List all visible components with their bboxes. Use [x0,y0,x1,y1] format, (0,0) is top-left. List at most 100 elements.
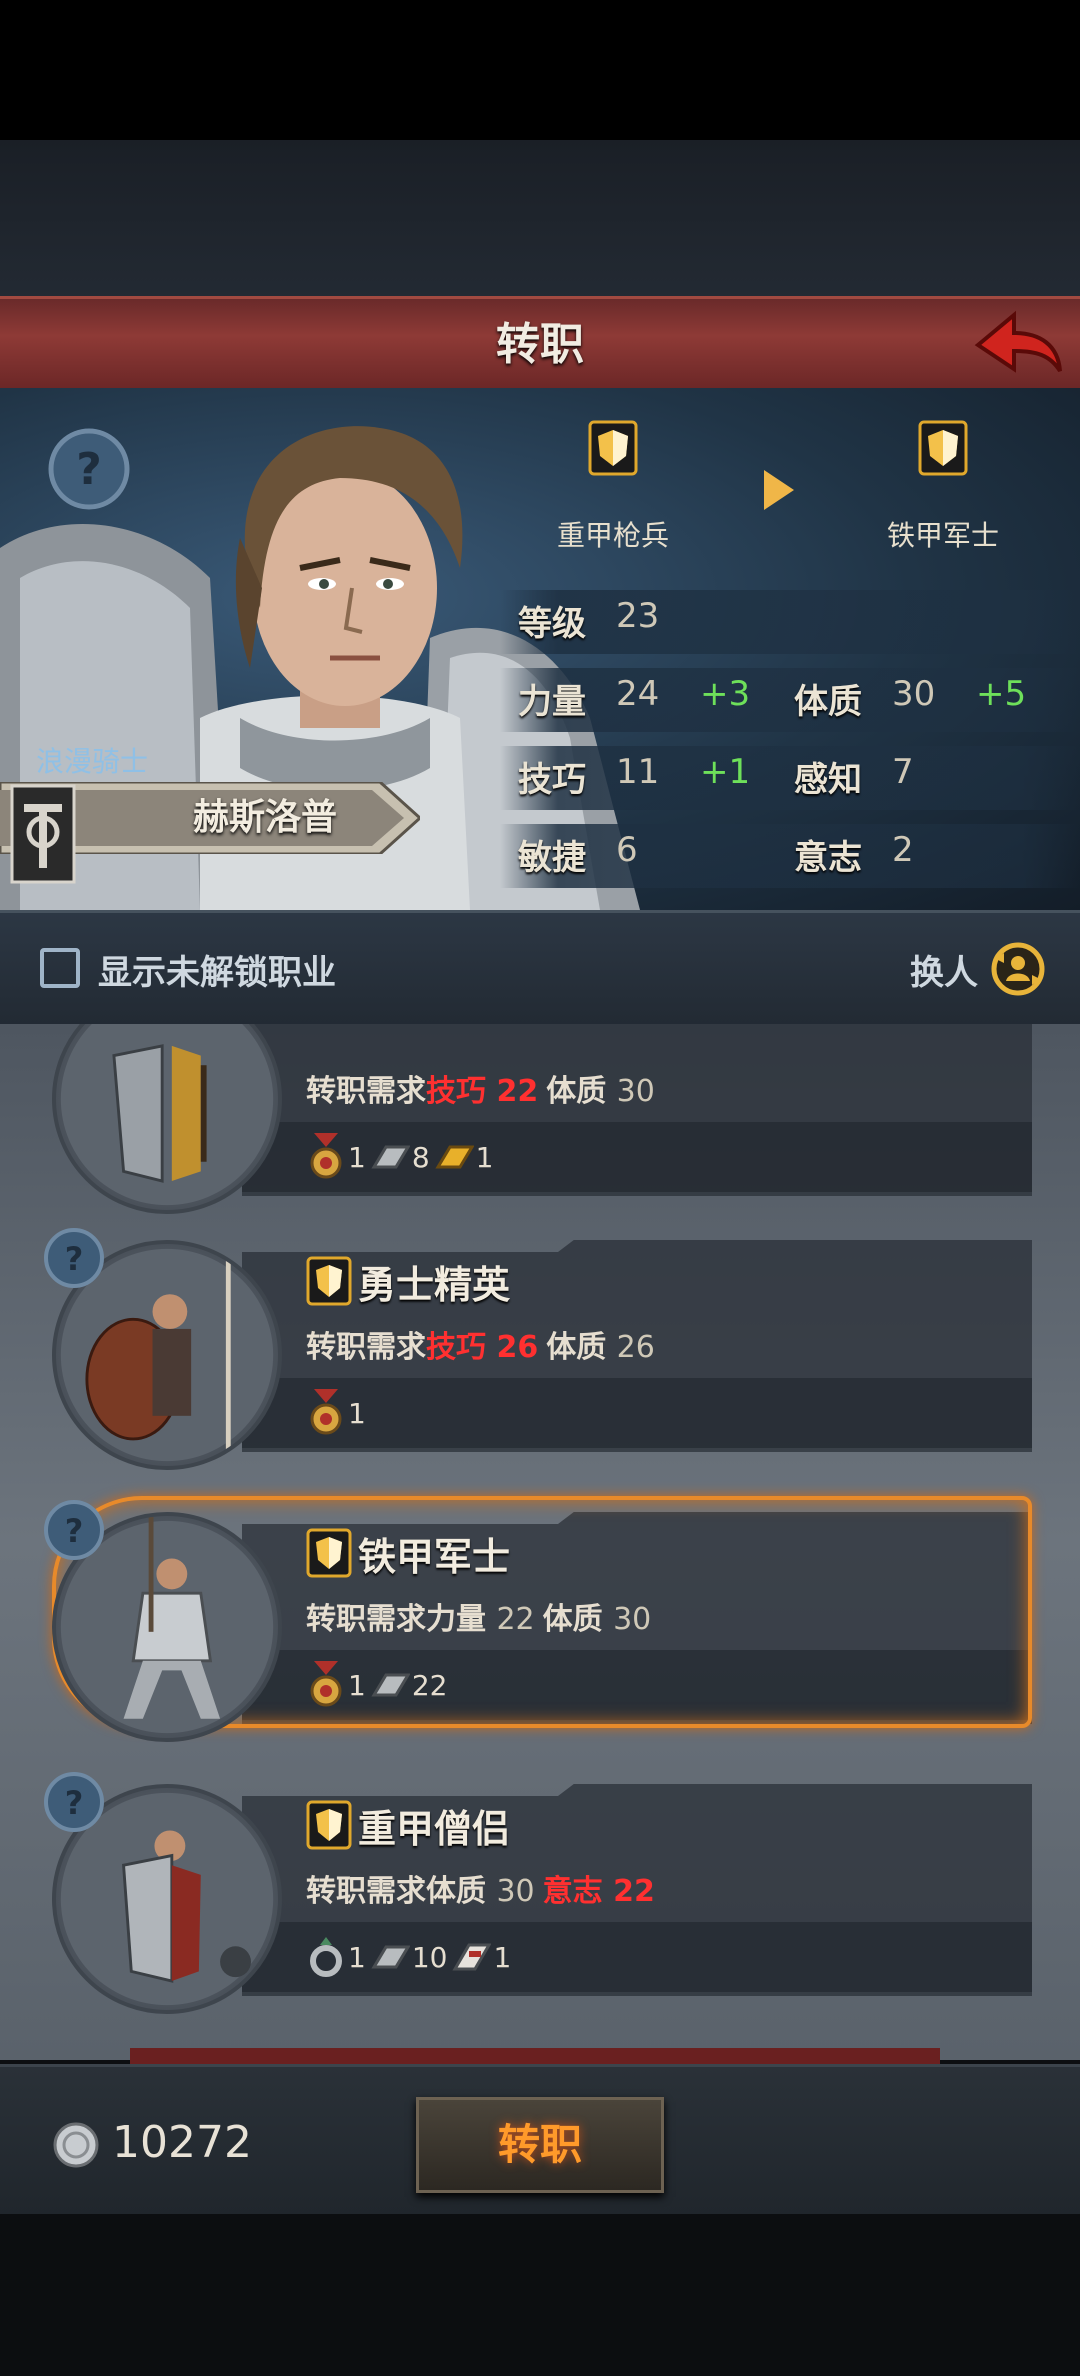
stat-strength-bonus: +3 [700,674,751,714]
item-count: 10 [411,1940,448,1974]
req-stat: 体质 [546,1074,607,1109]
current-class-name: 重甲枪兵 [556,519,669,552]
bottom-bar: 10272 转职 [0,2064,1080,2217]
stat-skill-label: 技巧 [518,760,586,800]
help-icon[interactable]: ? [42,1770,106,1834]
class-requirements: 转职需求技巧 26 体质 26 [306,1322,663,1366]
stat-row-skill [500,746,1080,810]
stat-level-label: 等级 [518,604,586,644]
stat-skill-value: 11 [616,752,660,792]
hero-name: 赫斯洛普 [192,797,337,838]
item-count: 1 [348,1940,366,1974]
stat-constitution-bonus: +5 [976,674,1027,714]
item-count: 1 [348,1668,366,1702]
req-prefix: 转职需求 [306,1874,426,1909]
stat-constitution-value: 30 [892,674,936,714]
current-class-shield-icon [588,420,638,476]
confirm-class-change-button[interactable]: 转职 [416,2097,664,2193]
req-value: 26 [616,1330,655,1365]
class-name: 铁甲军士 [358,1535,511,1579]
svg-text:?: ? [65,1240,84,1278]
show-locked-label[interactable]: 显示未解锁职业 [98,945,336,994]
navigation-bar-area [0,2214,1080,2376]
item-count: 22 [411,1668,448,1702]
class-card[interactable]: ? 重甲僧侣 转职需求体质 30 意志 22 1 10 1 [44,1772,1032,2014]
stat-agility-value: 6 [616,830,638,870]
class-name: 勇士精英 [358,1263,511,1307]
arrow-right-icon [764,470,794,510]
top-backdrop [0,140,1080,300]
target-class-name: 铁甲军士 [886,519,999,552]
stat-will-label: 意志 [794,838,862,878]
svg-text:?: ? [76,444,102,495]
item-count: 1 [475,1140,494,1174]
cost-items: 1 8 1 [306,1132,497,1182]
item-count: 1 [493,1940,512,1974]
req-stat: 力量 [426,1602,486,1637]
req-stat: 技巧 [426,1074,486,1109]
svg-text:?: ? [65,1512,84,1550]
help-icon[interactable]: ? [42,1498,106,1562]
iron-ingot-icon [371,1145,410,1169]
stat-level-value: 23 [616,596,660,636]
faction-emblem-icon [10,784,76,884]
svg-text:?: ? [65,1784,84,1822]
back-arrow-icon[interactable] [970,305,1066,385]
class-shield-icon [306,1528,352,1578]
confirm-label: 转职 [497,2120,582,2169]
req-value: 30 [616,1074,655,1109]
medal-icon [310,1661,342,1707]
req-value: 30 [613,1602,652,1637]
req-value: 22 [613,1874,655,1909]
req-stat: 体质 [546,1330,607,1365]
class-name: 重甲僧侣 [358,1807,511,1851]
item-count: 1 [348,1396,366,1430]
medal-icon [310,1133,342,1179]
req-value: 26 [496,1330,539,1365]
req-prefix: 转职需求 [306,1330,426,1365]
filter-bar: 显示未解锁职业 换人 [0,910,1080,1030]
req-prefix: 转职需求 [306,1602,426,1637]
help-icon[interactable]: ? [46,426,132,512]
req-prefix: 转职需求 [306,1074,426,1109]
stat-skill-bonus: +1 [700,752,751,792]
class-shield-icon [306,1800,352,1850]
req-stat: 体质 [426,1874,486,1909]
req-value: 22 [496,1602,535,1637]
title-bar: 转职 [0,296,1080,395]
stat-perception-value: 7 [892,752,914,792]
req-value: 30 [496,1874,535,1909]
status-bar-area [0,0,1080,140]
stat-constitution-label: 体质 [794,682,862,722]
stat-agility-label: 敏捷 [518,838,586,878]
help-icon[interactable]: ? [42,1226,106,1290]
swap-hero-label[interactable]: 换人 [910,945,978,994]
stat-row-agility [500,824,1080,888]
show-locked-checkbox[interactable] [40,948,80,988]
scroll-icon [452,1943,492,1971]
swap-hero-icon[interactable] [990,941,1046,997]
hero-panel: ? 浪漫骑士 赫斯洛普 重甲枪兵 铁甲军士 等级 23 力量 24 +3 体质 … [0,388,1080,910]
stat-row-level [500,590,1080,654]
cost-items: 1 22 [306,1660,451,1710]
gold-ingot-icon [435,1145,474,1169]
iron-ingot-icon [371,1673,410,1697]
req-stat: 意志 [542,1874,603,1909]
hero-class-label: 浪漫骑士 [36,745,149,778]
req-stat: 体质 [542,1602,603,1637]
medal-icon [310,1389,342,1435]
class-card[interactable]: 转职需求技巧 22 体质 30 1 8 1 [52,1024,1032,1214]
stat-strength-label: 力量 [518,682,586,722]
class-card-selected[interactable]: ? 铁甲军士 转职需求力量 22 体质 30 1 22 [44,1496,1032,1742]
class-list[interactable]: 转职需求技巧 22 体质 30 1 8 1 ? 勇士精英 转职需求技巧 26 体质 … [0,1024,1080,2060]
target-class-shield-icon [918,420,968,476]
class-shield-icon [306,1256,352,1306]
class-requirements: 转职需求技巧 22 体质 30 [306,1066,663,1110]
page-title: 转职 [496,319,584,370]
class-card[interactable]: ? 勇士精英 转职需求技巧 26 体质 26 1 [44,1228,1032,1470]
req-value: 22 [496,1074,539,1109]
stat-strength-value: 24 [616,674,660,714]
ring-icon [310,1937,342,1977]
item-count: 8 [411,1140,430,1174]
req-stat: 技巧 [426,1330,486,1365]
